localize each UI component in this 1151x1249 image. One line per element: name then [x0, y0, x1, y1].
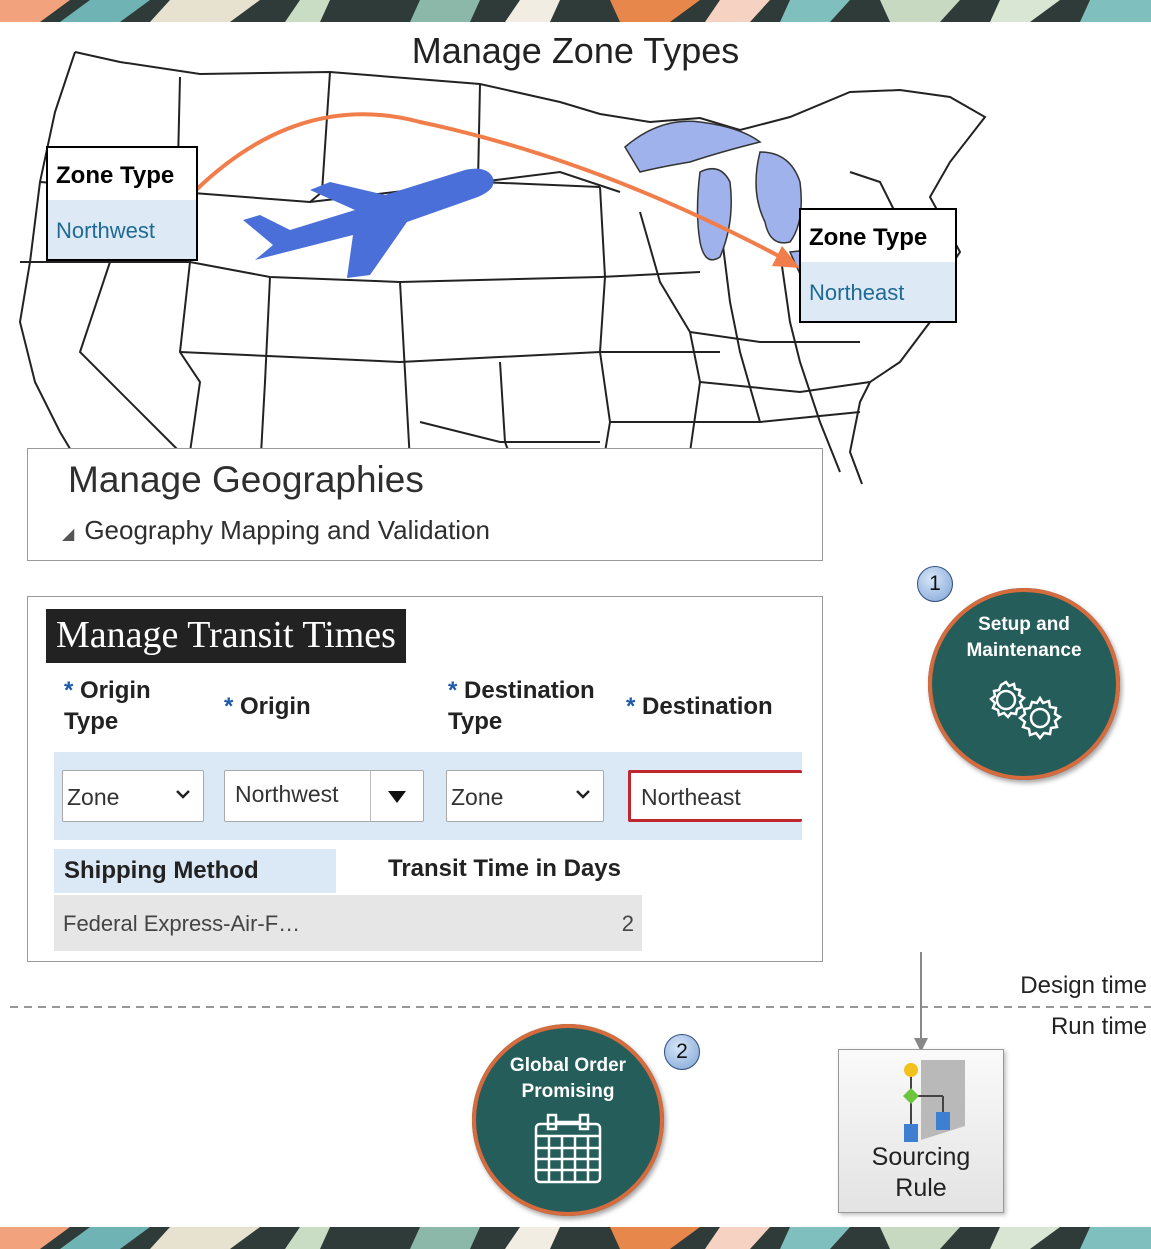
geography-mapping-section[interactable]: ◢ Geography Mapping and Validation: [62, 515, 490, 546]
gop-label-line1: Global Order: [509, 1055, 627, 1076]
zone-type-header: Zone Type: [809, 224, 928, 251]
geography-mapping-label: Geography Mapping and Validation: [84, 515, 491, 545]
zone-type-header: Zone Type: [56, 162, 175, 189]
decorative-band-bottom: [0, 1227, 1151, 1249]
shipping-method-header[interactable]: Shipping Method: [54, 849, 336, 893]
sourcing-rule-tile[interactable]: Sourcing Rule: [838, 1049, 1004, 1213]
transit-time-header[interactable]: Transit Time in Days: [388, 855, 621, 883]
required-marker: *: [64, 677, 74, 704]
origin-label: * Origin: [224, 693, 311, 720]
triangle-down-icon: [388, 791, 406, 803]
disclosure-triangle-icon: ◢: [62, 526, 75, 543]
destination-label: * Destination: [626, 693, 773, 720]
airplane-icon: [243, 168, 494, 278]
zone-type-value-northeast[interactable]: Northeast: [801, 262, 955, 321]
destination-type-label: * Destination Type: [448, 677, 595, 735]
design-time-label: Design time: [1020, 972, 1147, 999]
setup-and-maintenance-icon[interactable]: Setup and Maintenance: [928, 588, 1120, 780]
step-badge-2: 2: [664, 1034, 700, 1070]
sourcing-rule-label: Sourcing Rule: [871, 1143, 971, 1202]
required-marker: *: [626, 693, 636, 720]
chevron-down-icon: [176, 790, 190, 799]
origin-type-select[interactable]: Zone: [62, 770, 204, 822]
connector-arrow: [914, 952, 928, 1052]
setup-label-line2: Maintenance: [966, 640, 1082, 661]
run-time-label: Run time: [1050, 1013, 1147, 1040]
manage-geographies-panel: Manage Geographies ◢ Geography Mapping an…: [27, 448, 823, 561]
calendar-icon: [534, 1113, 602, 1184]
geographies-title: Manage Geographies: [68, 459, 424, 500]
zone-type-box-left: Zone Type Northwest: [46, 146, 198, 261]
design-run-divider: [10, 1006, 1151, 1008]
step-badge-1: 1: [917, 566, 953, 602]
origin-lov-button[interactable]: [370, 771, 423, 821]
destination-type-select[interactable]: Zone: [446, 770, 604, 822]
gop-label-line2: Promising: [521, 1081, 615, 1102]
shipping-method-cell: Federal Express-Air-F…: [63, 911, 301, 936]
zone-type-value-northwest[interactable]: Northwest: [48, 200, 196, 259]
origin-lov-input[interactable]: Northwest: [224, 770, 424, 822]
zone-type-box-right: Zone Type Northeast: [799, 208, 957, 323]
destination-input[interactable]: Northeast: [628, 770, 802, 822]
transit-times-title: Manage Transit Times: [46, 609, 406, 663]
required-marker: *: [224, 693, 234, 720]
table-row[interactable]: Federal Express-Air-F… 2: [54, 895, 642, 951]
filter-row: Zone Northwest Zone Northeast: [54, 752, 802, 840]
chevron-down-icon: [576, 790, 590, 799]
global-order-promising-icon[interactable]: Global Order Promising: [472, 1024, 664, 1216]
gears-icon: [989, 680, 1063, 741]
setup-label-line1: Setup and: [978, 614, 1070, 635]
origin-type-label: * Origin Type: [64, 677, 151, 735]
manage-transit-times-panel: Manage Transit Times * Origin Type * Ori…: [27, 596, 823, 962]
required-marker: *: [448, 677, 458, 704]
transit-time-cell: 2: [621, 911, 634, 936]
sourcing-rule-icon: [903, 1060, 965, 1142]
